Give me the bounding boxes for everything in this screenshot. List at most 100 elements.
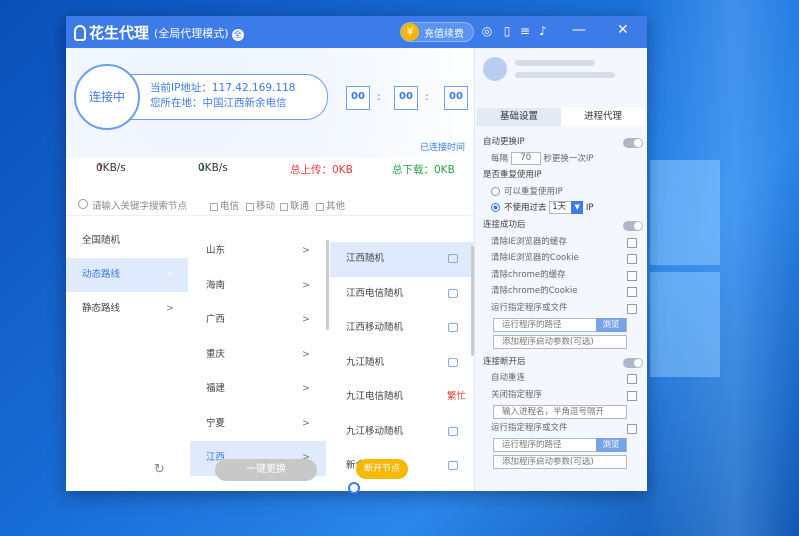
node-item[interactable]: 江西移动随机 [330,311,474,346]
title-bar: 花生代理 (全局代理模式) 全 ¥ 充值续费 ◎ ▯ ≡ ♪ — ✕ [66,16,647,48]
node-label: 九江随机 [346,356,385,368]
province-label: 福建 [206,383,226,394]
filter-mobile[interactable]: 移动 [246,198,275,212]
node-item[interactable]: 江西电信随机 [330,277,474,312]
province-label: 宁夏 [206,417,226,429]
coin-icon: ¥ [401,23,419,41]
clear-chrome-cache-label: 清除chrome的缓存 [491,269,566,280]
params2-row: 添加程序启动参数(可选) [483,453,643,470]
proxy-mode[interactable]: (全局代理模式) 全 [154,25,244,41]
notebook-icon[interactable]: ▯ [500,24,514,38]
auto-change-label: 自动更换IP [483,137,525,147]
mode-badge: 全 [231,29,244,41]
minimize-button[interactable]: — [572,22,586,38]
filter-telecom[interactable]: 电信 [210,198,239,212]
proxy-mode-label: (全局代理模式) [154,27,229,40]
program-path2-input[interactable]: 运行程序的路径 浏览 [493,437,627,452]
auto-reconnect-checkbox[interactable] [627,374,637,385]
chevron-right-icon: > [302,245,310,256]
disconnect-node-button[interactable]: 断开节点 [356,459,408,479]
tab-process-proxy[interactable]: 进程代理 [561,108,645,126]
after-connect-row: 连接成功后 [483,217,643,234]
process-name-input[interactable]: 输入进程名，半角逗号隔开 [493,404,627,419]
reuse-days-select[interactable]: 1天 ▼ [549,201,584,215]
main-panel: 当前IP地址：117.42.169.118 您所在地：中国江西新余电信 连接中 … [66,48,474,491]
clear-chrome-cache-checkbox[interactable] [627,270,637,281]
after-connect-label: 连接成功后 [483,219,526,230]
filter-label: 联通 [290,201,310,212]
filter-other[interactable]: 其他 [316,198,345,212]
checkbox [280,202,288,211]
browse-button[interactable]: 浏览 [596,317,626,332]
province-item[interactable]: 广西 > [190,303,326,338]
node-item[interactable]: 九江随机 [330,346,474,381]
route-type-label: 动态路线 [82,269,121,280]
province-item[interactable]: 海南 > [190,269,326,304]
route-type-item[interactable]: 静态路线 > [66,292,188,326]
clear-chrome-cache-row: 清除chrome的缓存 [483,267,643,284]
clear-ie-cache-checkbox[interactable] [627,237,637,248]
status-area: 当前IP地址：117.42.169.118 您所在地：中国江西新余电信 连接中 … [66,48,474,158]
checkbox [246,202,254,211]
search-input[interactable]: 请输入关键字搜索节点 [92,198,187,212]
ip-info: 当前IP地址：117.42.169.118 您所在地：中国江西新余电信 [130,74,328,120]
after-connect-toggle[interactable] [623,220,643,231]
reuse-no-option[interactable]: 不使用过去 1天 ▼ IP [483,200,643,217]
run-program-checkbox[interactable] [627,303,637,314]
close-button[interactable]: ✕ [617,22,629,38]
after-disconnect-row: 连接断开后 [483,354,643,371]
province-item[interactable]: 福建 > [190,372,326,407]
browse2-button[interactable]: 浏览 [596,437,626,452]
filter-label: 电信 [220,201,240,212]
province-item[interactable]: 重庆 > [190,338,326,373]
chevron-right-icon: > [302,383,310,394]
province-item[interactable]: 山东 > [190,234,326,269]
route-type-label: 静态路线 [82,303,121,314]
node-item[interactable]: 九江电信随机 繁忙 [330,380,474,415]
clear-chrome-cookie-checkbox[interactable] [627,287,637,298]
close-program-label: 关闭指定程序 [491,389,543,400]
province-item[interactable]: 宁夏 > [190,407,326,442]
province-label: 重庆 [206,348,226,360]
params2-input[interactable]: 添加程序启动参数(可选) [493,455,627,470]
filter-unicom[interactable]: 联通 [280,198,309,212]
bell-icon[interactable]: ♪ [536,24,550,38]
params-input[interactable]: 添加程序启动参数(可选) [493,335,627,350]
username-blurred [515,60,595,66]
interval-row: 每隔 70 秒更换一次IP [483,151,643,168]
chevron-down-icon: ▼ [571,201,584,215]
menu-icon[interactable]: ≡ [518,24,532,38]
route-type-item[interactable]: 全国随机 [66,224,188,258]
recharge-label: 充值续费 [424,28,464,40]
interval-prefix: 每隔 [491,153,509,164]
one-key-change-button[interactable]: 一键更换 [215,459,317,481]
recharge-button[interactable]: ¥ 充值续费 [400,22,474,42]
service-icon[interactable]: ◎ [480,24,494,38]
tab-basic-settings[interactable]: 基础设置 [477,108,561,126]
node-item[interactable]: 江西随机 [330,242,474,277]
province-label: 海南 [206,279,226,291]
node-label: 江西移动随机 [346,322,404,333]
run-program2-checkbox[interactable] [627,424,637,435]
time-minutes: 00 [394,86,418,110]
after-disconnect-toggle[interactable] [623,357,643,368]
node-list: 江西随机 江西电信随机 江西移动随机 九江随机 九江电信随机 繁忙 九江移动随机 … [330,242,474,484]
reuse-no-label: 不使用过去 [504,203,547,214]
route-type-item[interactable]: 动态路线 > [66,258,188,292]
reuse-yes-option[interactable]: 可以重复使用IP [483,184,643,201]
time-hours: 00 [346,86,370,110]
close-program-checkbox[interactable] [627,390,637,401]
reuse-no-suffix: IP [585,203,594,214]
node-item[interactable]: 九江移动随机 [330,415,474,450]
refresh-icon[interactable]: ↻ [154,462,165,477]
interval-input[interactable]: 70 [510,151,541,165]
location: 您所在地：中国江西新余电信 [150,97,287,109]
route-type-list: 全国随机 动态路线 > 静态路线 > [66,224,188,326]
clear-ie-cookie-checkbox[interactable] [627,254,637,265]
avatar[interactable] [483,57,507,81]
connect-button[interactable]: 连接中 [74,64,140,130]
province-scrollbar[interactable] [326,240,329,330]
program-path-input[interactable]: 运行程序的路径 浏览 [493,317,627,332]
settings-form: 自动更换IP 每隔 70 秒更换一次IP 是否重复使用IP 可以重复使用IP 不… [483,134,643,470]
auto-change-toggle[interactable] [623,138,643,148]
